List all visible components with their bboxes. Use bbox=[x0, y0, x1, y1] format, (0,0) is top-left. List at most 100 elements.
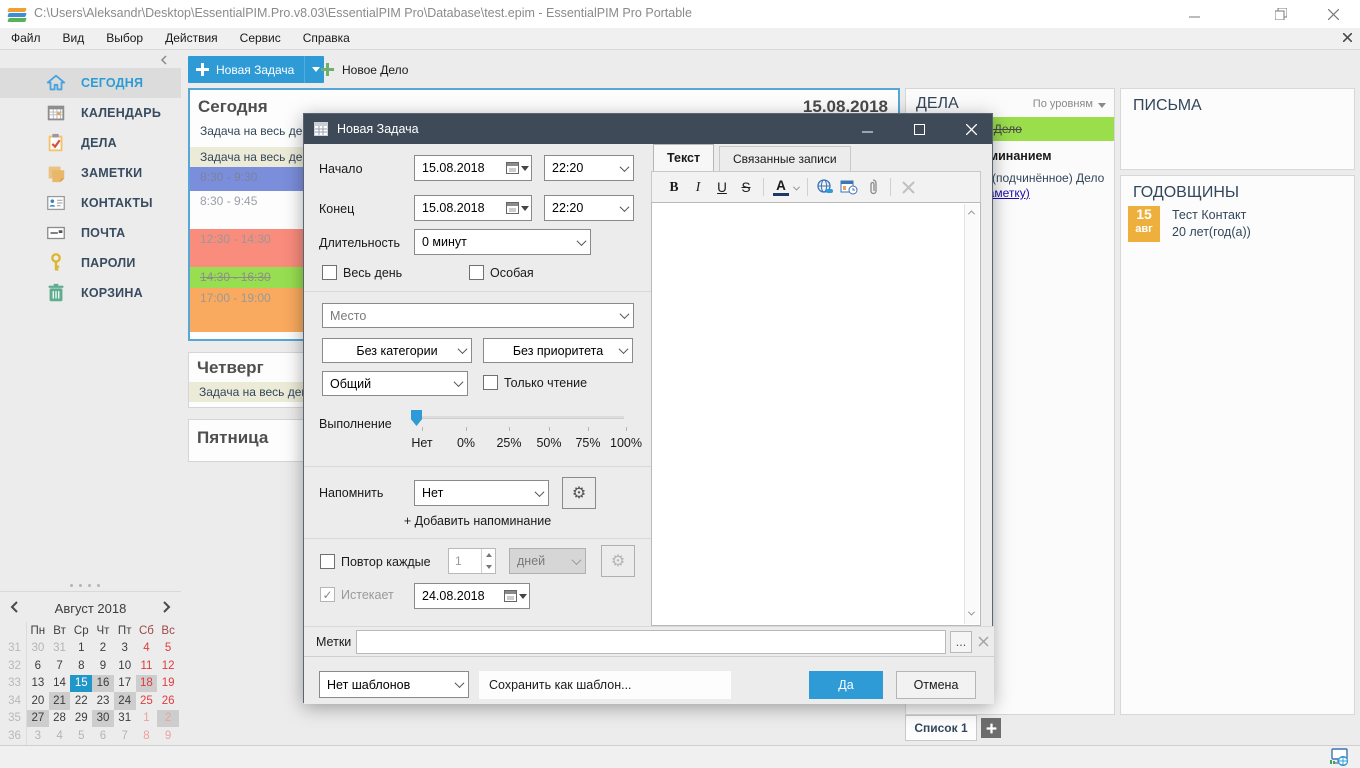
calendar-day[interactable]: 8 bbox=[136, 727, 158, 745]
tab-text[interactable]: Текст bbox=[653, 144, 714, 171]
calendar-day[interactable]: 31 bbox=[49, 640, 71, 658]
calendar-day[interactable]: 1 bbox=[136, 710, 158, 728]
templates-select[interactable]: Нет шаблонов bbox=[319, 671, 469, 698]
tags-browse-button[interactable]: ... bbox=[950, 631, 972, 653]
calendar-next-icon[interactable] bbox=[162, 600, 171, 617]
scroll-down-icon[interactable] bbox=[968, 609, 975, 616]
remind-select[interactable]: Нет bbox=[414, 480, 549, 506]
chevron-down-icon[interactable] bbox=[614, 338, 632, 363]
special-checkbox[interactable]: Особая bbox=[469, 265, 534, 280]
start-date-input[interactable]: 15.08.2018 bbox=[414, 155, 532, 181]
dialog-close-icon[interactable] bbox=[948, 114, 994, 144]
chevron-down-icon[interactable] bbox=[615, 304, 633, 327]
scroll-up-icon[interactable] bbox=[968, 210, 975, 217]
dialog-titlebar[interactable]: Новая Задача bbox=[304, 114, 992, 144]
calendar-day[interactable]: 19 bbox=[157, 675, 179, 693]
calendar-day[interactable]: 2 bbox=[157, 710, 179, 728]
calendar-day[interactable]: 15 bbox=[70, 675, 92, 693]
sidebar-item-calendar[interactable]: КАЛЕНДАРЬ bbox=[0, 98, 181, 128]
calendar-day[interactable]: 1 bbox=[70, 640, 92, 658]
attach-file-icon[interactable] bbox=[861, 176, 885, 198]
calendar-day[interactable]: 25 bbox=[136, 692, 158, 710]
new-todo-button[interactable]: Новое Дело bbox=[321, 56, 408, 83]
menu-item-0[interactable]: Файл bbox=[0, 28, 52, 49]
all-day-checkbox[interactable]: Весь день bbox=[322, 265, 402, 280]
calendar-day[interactable]: 23 bbox=[92, 692, 114, 710]
chevron-down-icon[interactable] bbox=[449, 372, 467, 395]
datepicker-icon[interactable] bbox=[506, 162, 529, 174]
completion-slider[interactable] bbox=[416, 416, 624, 419]
calendar-day[interactable]: 5 bbox=[157, 640, 179, 658]
tab-list1[interactable]: Список 1 bbox=[905, 715, 977, 741]
calendar-day[interactable]: 29 bbox=[70, 710, 92, 728]
datepicker-icon[interactable] bbox=[506, 202, 529, 214]
calendar-day[interactable]: 16 bbox=[92, 675, 114, 693]
sidebar-item-trash[interactable]: КОРЗИНА bbox=[0, 278, 181, 308]
calendar-day[interactable]: 7 bbox=[49, 657, 71, 675]
calendar-day[interactable]: 31 bbox=[114, 710, 136, 728]
calendar-prev-icon[interactable] bbox=[10, 600, 19, 617]
completion-slider-thumb[interactable] bbox=[411, 410, 422, 426]
calendar-day[interactable]: 24 bbox=[114, 692, 136, 710]
calendar-day[interactable]: 20 bbox=[27, 692, 49, 710]
sidebar-item-passwords[interactable]: ПАРОЛИ bbox=[0, 248, 181, 278]
calendar-day[interactable]: 13 bbox=[27, 675, 49, 693]
calendar-day[interactable]: 22 bbox=[70, 692, 92, 710]
calendar-day[interactable]: 14 bbox=[49, 675, 71, 693]
bold-button[interactable]: B bbox=[662, 176, 686, 198]
add-list-button[interactable] bbox=[981, 718, 1001, 738]
calendar-day[interactable]: 4 bbox=[136, 640, 158, 658]
italic-button[interactable]: I bbox=[686, 176, 710, 198]
chevron-down-icon[interactable] bbox=[453, 338, 471, 363]
insert-datetime-icon[interactable] bbox=[837, 176, 861, 198]
chevron-down-icon[interactable] bbox=[450, 672, 468, 697]
chevron-down-icon[interactable] bbox=[530, 481, 548, 505]
repeat-checkbox[interactable]: Повтор каждые bbox=[320, 554, 431, 569]
access-select[interactable]: Общий bbox=[322, 371, 468, 396]
anniversary-item[interactable]: 15 авг Тест Контакт 20 лет(год(а)) bbox=[1128, 206, 1251, 242]
end-time-input[interactable]: 22:20 bbox=[544, 195, 634, 221]
task-notes-editor[interactable] bbox=[651, 202, 981, 626]
calendar-day[interactable]: 17 bbox=[114, 675, 136, 693]
calendar-day[interactable]: 4 bbox=[49, 727, 71, 745]
calendar-day[interactable]: 18 bbox=[136, 675, 158, 693]
datepicker-icon[interactable] bbox=[504, 590, 527, 602]
menu-item-4[interactable]: Сервис bbox=[229, 28, 292, 49]
sidebar-item-today[interactable]: СЕГОДНЯ bbox=[0, 68, 181, 98]
spinner-up-icon[interactable] bbox=[482, 549, 495, 561]
menu-item-5[interactable]: Справка bbox=[292, 28, 361, 49]
spinner-down-icon[interactable] bbox=[482, 561, 495, 573]
calendar-day[interactable]: 3 bbox=[114, 640, 136, 658]
cancel-button[interactable]: Отмена bbox=[896, 671, 976, 699]
calendar-day[interactable]: 11 bbox=[136, 657, 158, 675]
close-icon[interactable] bbox=[1310, 0, 1356, 28]
tags-clear-icon[interactable] bbox=[978, 634, 989, 652]
underline-button[interactable]: U bbox=[710, 176, 734, 198]
sidebar-item-todos[interactable]: ДЕЛА bbox=[0, 128, 181, 158]
menu-item-3[interactable]: Действия bbox=[154, 28, 229, 49]
chevron-down-icon[interactable] bbox=[615, 156, 633, 180]
calendar-day[interactable]: 21 bbox=[49, 692, 71, 710]
category-select[interactable]: Без категории bbox=[322, 338, 472, 363]
sync-status-icon[interactable] bbox=[1328, 748, 1350, 768]
reminder-settings-button[interactable]: ⚙ bbox=[562, 477, 596, 509]
editor-scrollbar[interactable] bbox=[964, 204, 979, 624]
calendar-day[interactable]: 30 bbox=[27, 640, 49, 658]
calendar-day[interactable]: 26 bbox=[157, 692, 179, 710]
calendar-day[interactable]: 12 bbox=[157, 657, 179, 675]
readonly-checkbox[interactable]: Только чтение bbox=[483, 375, 587, 390]
strikethrough-button[interactable]: S bbox=[734, 176, 758, 198]
expires-date-input[interactable]: 24.08.2018 bbox=[414, 583, 530, 609]
tags-input[interactable] bbox=[356, 630, 946, 654]
menu-item-2[interactable]: Выбор bbox=[95, 28, 154, 49]
calendar-day[interactable]: 28 bbox=[49, 710, 71, 728]
menu-item-1[interactable]: Вид bbox=[52, 28, 96, 49]
font-color-dropdown-icon[interactable] bbox=[794, 178, 799, 196]
sidebar-collapse-icon[interactable] bbox=[160, 54, 168, 68]
calendar-day[interactable]: 2 bbox=[92, 640, 114, 658]
calendar-day[interactable]: 6 bbox=[92, 727, 114, 745]
duration-select[interactable]: 0 минут bbox=[414, 229, 591, 255]
font-color-button[interactable]: A bbox=[769, 176, 793, 198]
end-date-input[interactable]: 15.08.2018 bbox=[414, 195, 532, 221]
ok-button[interactable]: Да bbox=[809, 671, 883, 699]
